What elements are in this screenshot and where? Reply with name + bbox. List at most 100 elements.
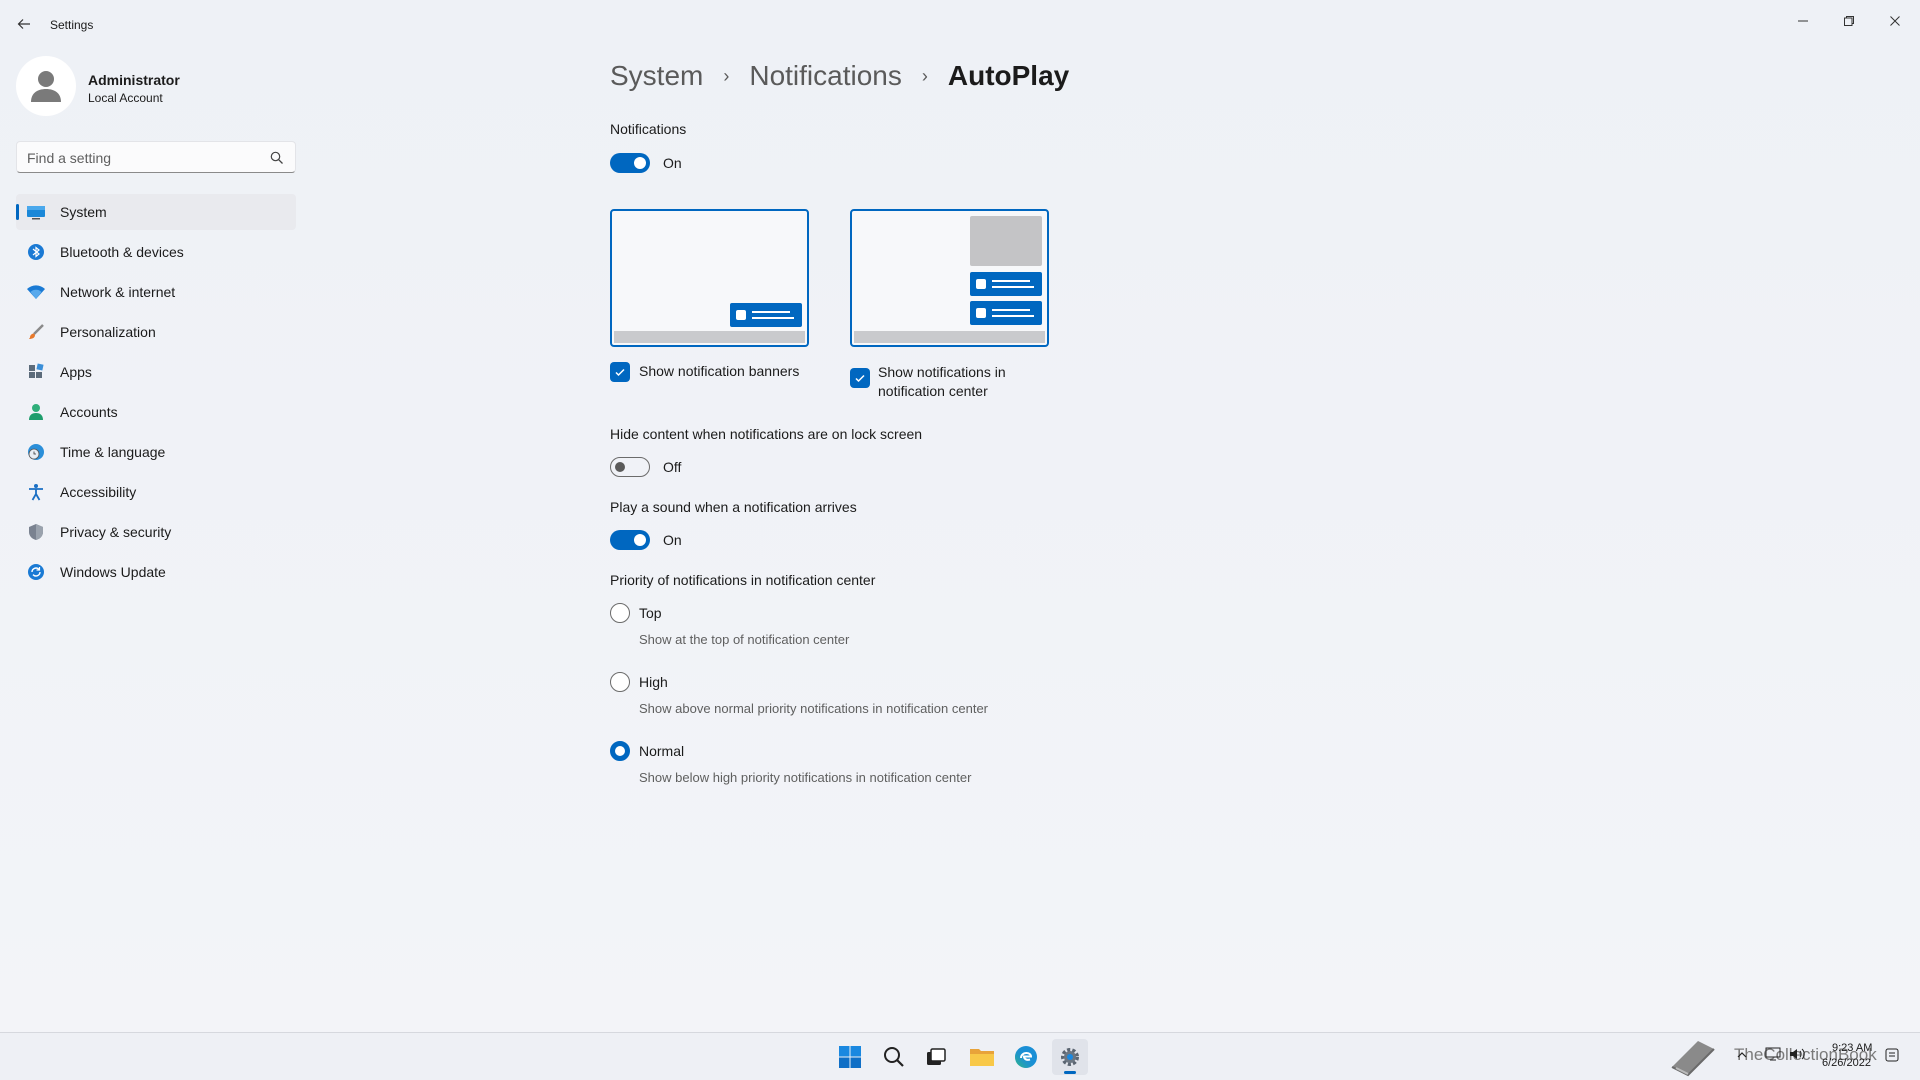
sidebar-nav: System Bluetooth & devices Network & int… [16, 194, 296, 594]
account-type: Local Account [88, 91, 163, 105]
task-view-icon [927, 1048, 946, 1065]
lock-screen-toggle-state: Off [663, 459, 682, 475]
sound-label: Play a sound when a notification arrives [610, 499, 857, 515]
lock-screen-toggle[interactable] [610, 457, 650, 477]
priority-high-radio[interactable] [610, 672, 630, 692]
back-arrow-icon [17, 19, 30, 29]
sidebar-item-label: Time & language [60, 444, 166, 460]
show-banners-label: Show notification banners [639, 363, 800, 379]
sidebar-item-time-language[interactable]: Time & language [16, 434, 296, 470]
banner-preview-image [610, 209, 809, 347]
notification-banner-graphic [730, 303, 802, 327]
notifications-label: Notifications [610, 121, 687, 137]
sidebar-item-bluetooth[interactable]: Bluetooth & devices [16, 234, 296, 270]
show-in-center-label: Show notifications in notification cente… [878, 363, 1006, 401]
folder-icon [970, 1049, 994, 1066]
sidebar-item-label: Accounts [60, 404, 118, 420]
user-name: Administrator [88, 72, 180, 88]
breadcrumb-separator: › [921, 65, 928, 86]
bluetooth-icon [26, 243, 46, 261]
show-in-center-checkbox[interactable] [850, 368, 870, 388]
notification-card-graphic [970, 272, 1042, 296]
sidebar-item-label: Privacy & security [60, 524, 172, 540]
task-view-button[interactable] [918, 1039, 954, 1075]
page-title: AutoPlay [947, 60, 1070, 91]
checkmark-icon [855, 374, 865, 383]
chevron-up-icon[interactable] [1736, 1048, 1750, 1062]
priority-high-label: High [639, 674, 668, 690]
settings-app-button[interactable] [1052, 1039, 1088, 1075]
clock-date[interactable]: 6/26/2022 [1822, 1057, 1871, 1069]
network-icon[interactable] [1764, 1046, 1782, 1062]
show-in-center-label-line1: Show notifications in [878, 364, 1006, 380]
breadcrumb-system[interactable]: System [610, 60, 703, 92]
avatar[interactable] [16, 56, 76, 116]
shield-icon [26, 523, 46, 541]
sidebar-item-accessibility[interactable]: Accessibility [16, 474, 296, 510]
taskbar-search-button[interactable] [876, 1039, 912, 1075]
clock-time[interactable]: 9:23 AM [1832, 1042, 1872, 1054]
minimize-button[interactable] [1780, 6, 1826, 36]
search-box[interactable] [16, 141, 296, 173]
toggle-knob [634, 157, 646, 169]
search-input[interactable] [27, 148, 257, 168]
lock-screen-label: Hide content when notifications are on l… [610, 426, 923, 442]
title-bar: Settings [0, 0, 1920, 48]
update-icon [26, 563, 46, 581]
notification-card-graphic [970, 301, 1042, 325]
sidebar-item-label: System [60, 204, 107, 220]
settings-window: Settings Administrator Local Account Fin… [0, 0, 1920, 1032]
notification-center-panel-graphic [970, 216, 1042, 266]
breadcrumb-separator: › [723, 65, 730, 86]
sidebar-item-system[interactable]: System [16, 194, 296, 230]
checkmark-icon [615, 368, 625, 377]
sidebar-item-accounts[interactable]: Accounts [16, 394, 296, 430]
restore-icon [1844, 16, 1854, 26]
sidebar-item-label: Personalization [60, 324, 156, 340]
edge-browser-button[interactable] [1008, 1039, 1044, 1075]
sidebar-item-privacy[interactable]: Privacy & security [16, 514, 296, 550]
close-icon [1890, 16, 1900, 26]
notifications-toggle[interactable] [610, 153, 650, 173]
sidebar-item-windows-update[interactable]: Windows Update [16, 554, 296, 590]
notification-bell-icon[interactable] [1884, 1047, 1900, 1063]
start-button[interactable] [832, 1039, 868, 1075]
monitor-icon [26, 203, 46, 221]
minimize-icon [1798, 20, 1808, 22]
user-silhouette-icon [31, 71, 61, 102]
app-title: Settings [50, 18, 94, 32]
sidebar-item-personalization[interactable]: Personalization [16, 314, 296, 350]
globe-clock-icon [26, 443, 46, 461]
show-banners-checkbox[interactable] [610, 362, 630, 382]
sidebar-item-label: Windows Update [60, 564, 166, 580]
toggle-knob [634, 534, 646, 546]
sidebar-item-network[interactable]: Network & internet [16, 274, 296, 310]
breadcrumb: System › Notifications › AutoPlay [610, 56, 1069, 96]
priority-normal-radio[interactable] [610, 741, 630, 761]
restore-button[interactable] [1826, 6, 1872, 36]
taskbar: TheCollectionBook 9:23 AM 6/26/2022 [0, 1032, 1920, 1080]
notification-center-preview-image [850, 209, 1049, 347]
sound-toggle[interactable] [610, 530, 650, 550]
breadcrumb-notifications[interactable]: Notifications [749, 60, 902, 92]
book-icon [1671, 1041, 1715, 1077]
priority-top-radio[interactable] [610, 603, 630, 623]
back-button[interactable] [12, 12, 36, 36]
sidebar-item-apps[interactable]: Apps [16, 354, 296, 390]
sidebar-item-label: Accessibility [60, 484, 137, 500]
show-in-center-label-line2: notification center [878, 383, 988, 399]
priority-normal-label: Normal [639, 743, 685, 759]
priority-top-description: Show at the top of notification center [639, 632, 850, 647]
notifications-toggle-state: On [663, 155, 682, 171]
search-icon[interactable] [269, 150, 285, 166]
close-button[interactable] [1872, 6, 1918, 36]
priority-high-description: Show above normal priority notifications… [639, 701, 989, 716]
toggle-knob [615, 462, 625, 472]
sound-toggle-state: On [663, 532, 682, 548]
priority-normal-description: Show below high priority notifications i… [639, 770, 972, 785]
file-explorer-button[interactable] [964, 1039, 1000, 1075]
volume-icon[interactable] [1788, 1046, 1806, 1062]
sidebar-item-label: Apps [60, 364, 92, 380]
windows-logo-icon [839, 1046, 861, 1068]
search-icon [884, 1047, 904, 1067]
